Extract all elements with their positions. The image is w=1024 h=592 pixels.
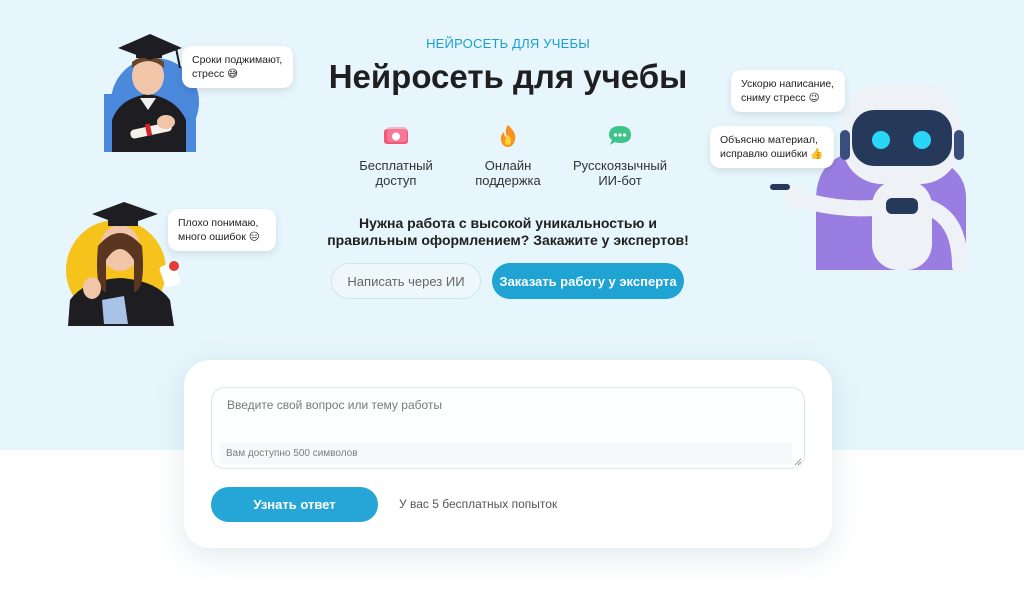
- write-with-ai-button[interactable]: Написать через ИИ: [331, 263, 481, 299]
- feature-free-access: Бесплатный доступ: [336, 124, 456, 188]
- cta-line: правильным оформлением? Закажите у экспе…: [327, 232, 689, 248]
- money-icon: [384, 127, 408, 144]
- question-input[interactable]: Введите свой вопрос или тему работы Вам …: [211, 387, 805, 469]
- question-form-card: Введите свой вопрос или тему работы Вам …: [184, 360, 832, 548]
- chat-icon: [609, 126, 631, 145]
- feature-russian-bot: Русскоязычный ИИ-бот: [560, 124, 680, 188]
- feature-label: поддержка: [475, 173, 541, 188]
- page-title: Нейросеть для учебы: [328, 58, 688, 95]
- speech-bubble-text: Объясню материал,: [720, 134, 818, 146]
- resize-grip-icon[interactable]: [794, 458, 802, 466]
- cta-line: Нужна работа с высокой уникальностью и: [359, 215, 657, 231]
- feature-label: Бесплатный: [359, 158, 433, 173]
- speech-bubble-explain: Объясню материал, исправлю ошибки 👍: [710, 126, 834, 168]
- hero-kicker: НЕЙРОСЕТЬ ДЛЯ УЧЕБЫ: [426, 36, 590, 51]
- attempts-remaining: У вас 5 бесплатных попыток: [399, 497, 558, 511]
- fire-icon: [500, 125, 516, 147]
- feature-online-support: Онлайн поддержка: [448, 124, 568, 188]
- feature-label: Русскоязычный: [573, 158, 667, 173]
- question-placeholder: Введите свой вопрос или тему работы: [227, 398, 443, 412]
- order-from-expert-button[interactable]: Заказать работу у эксперта: [492, 263, 684, 299]
- get-answer-button[interactable]: Узнать ответ: [211, 487, 378, 522]
- character-counter: Вам доступно 500 символов: [220, 442, 792, 464]
- feature-label: Онлайн: [484, 158, 532, 173]
- feature-label: доступ: [375, 173, 417, 188]
- feature-label: ИИ-бот: [598, 173, 642, 188]
- speech-bubble-text: исправлю ошибки 👍: [720, 148, 824, 160]
- cta-text: Нужна работа с высокой уникальностью и п…: [0, 215, 1016, 249]
